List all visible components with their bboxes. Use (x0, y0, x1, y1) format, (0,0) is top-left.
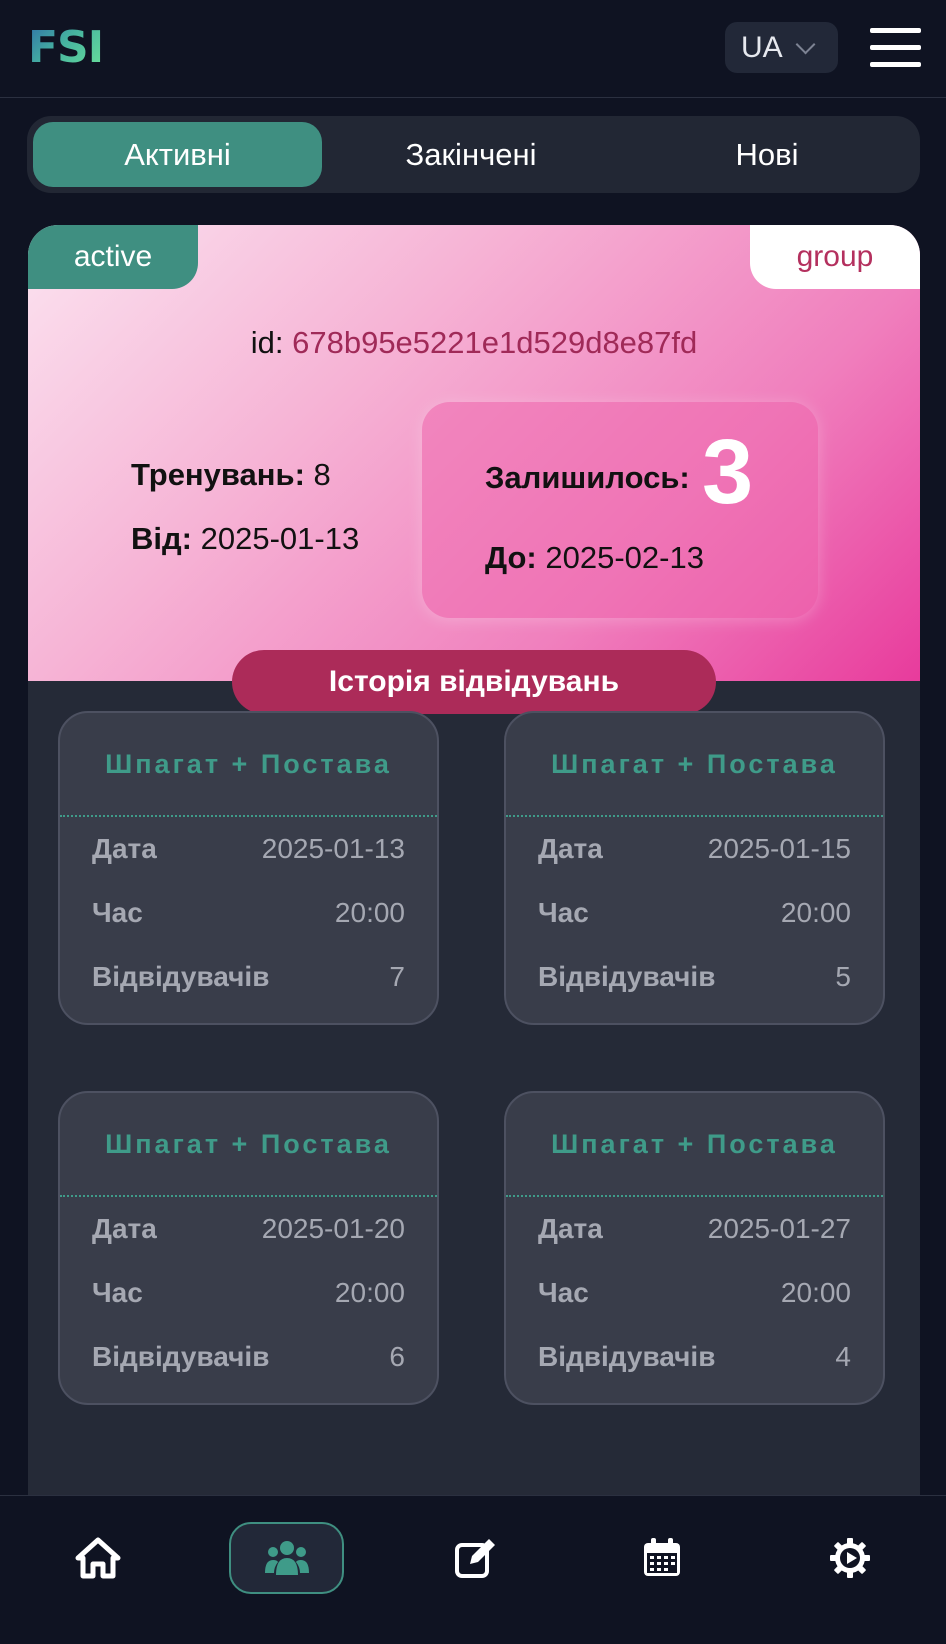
remaining-box: Залишилось: 3 До: 2025-02-13 (422, 402, 818, 618)
subscription-card: active group id: 678b95e5221e1d529d8e87f… (28, 225, 920, 1495)
nav-groups[interactable] (229, 1522, 344, 1594)
time-value: 20:00 (780, 1277, 851, 1308)
calendar-icon (643, 1538, 680, 1576)
status-badge: active (28, 225, 198, 289)
time-value: 20:00 (780, 897, 851, 928)
date-label: Дата (538, 833, 603, 864)
visit-card[interactable]: Шпагат + Постава Дата 2025-01-27 Час 20:… (504, 1091, 885, 1405)
type-badge: group (750, 225, 920, 289)
nav-settings[interactable] (792, 1522, 907, 1594)
from-value: 2025-01-13 (200, 521, 360, 556)
app-header: FSI UA (0, 0, 946, 98)
visit-visitors-row: Відвідувачів 6 (60, 1325, 437, 1389)
visit-title: Шпагат + Постава (506, 713, 883, 817)
time-value: 20:00 (334, 1277, 405, 1308)
visit-card[interactable]: Шпагат + Постава Дата 2025-01-20 Час 20:… (58, 1091, 439, 1405)
visitors-value: 7 (389, 961, 405, 992)
date-label: Дата (538, 1213, 603, 1244)
visitors-value: 5 (835, 961, 851, 992)
id-value: 678b95e5221e1d529d8e87fd (292, 325, 698, 360)
visit-visitors-row: Відвідувачів 4 (506, 1325, 883, 1389)
language-select[interactable]: UA (725, 22, 838, 73)
home-icon (75, 1537, 120, 1579)
visit-time-row: Час 20:00 (60, 881, 437, 945)
subscription-id: id: 678b95e5221e1d529d8e87fd (28, 325, 920, 361)
app-logo[interactable]: FSI (28, 22, 104, 73)
subscription-tabs: Активні Закінчені Нові (27, 116, 920, 193)
visit-card[interactable]: Шпагат + Постава Дата 2025-01-15 Час 20:… (504, 711, 885, 1025)
visit-title: Шпагат + Постава (60, 1093, 437, 1197)
nav-edit[interactable] (418, 1522, 533, 1594)
visit-date-row: Дата 2025-01-13 (60, 817, 437, 881)
visit-date-row: Дата 2025-01-27 (506, 1197, 883, 1261)
tab-active[interactable]: Активні (33, 122, 322, 187)
time-label: Час (538, 1277, 589, 1308)
time-label: Час (92, 1277, 143, 1308)
to-date: До: 2025-02-13 (485, 540, 704, 576)
visit-visitors-row: Відвідувачів 7 (60, 945, 437, 1009)
trainings-label: Тренувань: (131, 457, 305, 492)
visitors-label: Відвідувачів (92, 961, 270, 992)
visit-card[interactable]: Шпагат + Постава Дата 2025-01-13 Час 20:… (58, 711, 439, 1025)
date-value: 2025-01-13 (261, 833, 405, 864)
visit-title: Шпагат + Постава (506, 1093, 883, 1197)
date-value: 2025-01-20 (261, 1213, 405, 1244)
from-label: Від: (131, 521, 193, 556)
date-value: 2025-01-27 (707, 1213, 851, 1244)
visit-time-row: Час 20:00 (506, 1261, 883, 1325)
users-group-icon (264, 1541, 309, 1575)
visit-date-row: Дата 2025-01-20 (60, 1197, 437, 1261)
chevron-down-icon (795, 34, 816, 54)
visit-time-row: Час 20:00 (60, 1261, 437, 1325)
visit-title: Шпагат + Постава (60, 713, 437, 817)
nav-calendar[interactable] (604, 1522, 719, 1594)
remaining-value: 3 (702, 421, 754, 523)
menu-icon[interactable] (870, 28, 921, 68)
time-label: Час (92, 897, 143, 928)
remaining-label: Залишилось: (485, 460, 690, 495)
nav-home[interactable] (40, 1522, 155, 1594)
settings-gear-icon (829, 1538, 870, 1578)
date-label: Дата (92, 1213, 157, 1244)
visitors-label: Відвідувачів (538, 1341, 716, 1372)
to-value: 2025-02-13 (545, 540, 704, 575)
subscription-summary: active group id: 678b95e5221e1d529d8e87f… (28, 225, 920, 681)
time-value: 20:00 (334, 897, 405, 928)
subscription-info: Тренувань: 8 Від: 2025-01-13 (131, 457, 359, 585)
trainings-value: 8 (313, 457, 331, 492)
tab-new[interactable]: Нові (620, 122, 914, 187)
visitors-label: Відвідувачів (92, 1341, 270, 1372)
id-label: id: (250, 325, 284, 360)
to-label: До: (485, 540, 537, 575)
visit-time-row: Час 20:00 (506, 881, 883, 945)
time-label: Час (538, 897, 589, 928)
visitors-label: Відвідувачів (538, 961, 716, 992)
visit-date-row: Дата 2025-01-15 (506, 817, 883, 881)
visitors-value: 6 (389, 1341, 405, 1372)
visit-history-button[interactable]: Історія відвідувань (232, 650, 716, 714)
edit-icon (454, 1539, 495, 1578)
visit-visitors-row: Відвідувачів 5 (506, 945, 883, 1009)
tab-finished[interactable]: Закінчені (322, 122, 620, 187)
date-label: Дата (92, 833, 157, 864)
date-value: 2025-01-15 (707, 833, 851, 864)
language-value: UA (741, 30, 783, 64)
visitors-value: 4 (835, 1341, 851, 1372)
bottom-navigation (0, 1495, 946, 1644)
